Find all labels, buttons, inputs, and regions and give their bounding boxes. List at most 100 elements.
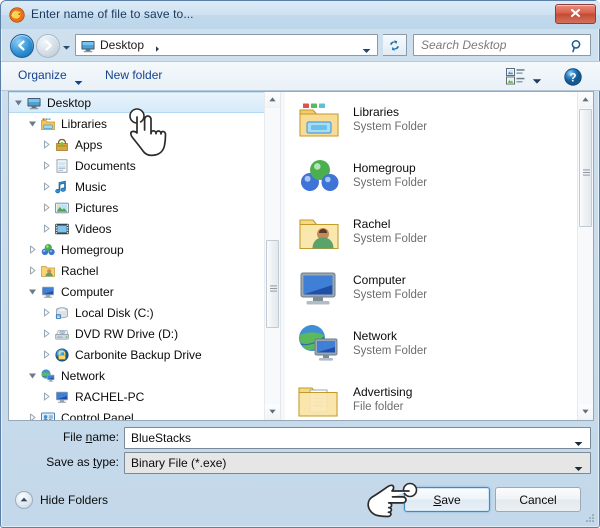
history-dropdown-button[interactable] bbox=[61, 41, 72, 50]
tree-scroll-thumb[interactable] bbox=[266, 240, 279, 328]
twisty-collapsed-icon[interactable] bbox=[27, 244, 38, 255]
save-button-label: Save bbox=[433, 492, 461, 507]
tree-item-pictures[interactable]: Pictures bbox=[9, 197, 280, 218]
twisty-collapsed-icon[interactable] bbox=[41, 223, 52, 234]
list-item-text: Rachel System Folder bbox=[353, 217, 427, 247]
tree-item-homegroup[interactable]: Homegroup bbox=[9, 239, 280, 260]
twisty-collapsed-icon[interactable] bbox=[41, 328, 52, 339]
twisty-collapsed-icon[interactable] bbox=[27, 265, 38, 276]
user-folder-icon bbox=[297, 210, 341, 254]
tree-item-music[interactable]: Music bbox=[9, 176, 280, 197]
file-name-input[interactable]: BlueStacks bbox=[124, 427, 591, 449]
list-item[interactable]: Homegroup System Folder bbox=[285, 148, 593, 204]
new-folder-button[interactable]: New folder bbox=[105, 68, 162, 82]
close-button[interactable] bbox=[555, 4, 596, 24]
scroll-up-icon[interactable] bbox=[265, 92, 280, 108]
views-icon[interactable] bbox=[506, 68, 525, 85]
address-bar[interactable]: Desktop bbox=[75, 34, 378, 56]
resize-grip-icon[interactable] bbox=[583, 512, 595, 524]
tree-item-libraries[interactable]: Libraries bbox=[9, 113, 280, 134]
twisty-collapsed-icon[interactable] bbox=[41, 307, 52, 318]
twisty-collapsed-icon[interactable] bbox=[41, 349, 52, 360]
list-item[interactable]: Advertising File folder bbox=[285, 372, 593, 420]
scroll-down-icon[interactable] bbox=[265, 404, 280, 420]
address-dropdown-button[interactable] bbox=[362, 43, 371, 53]
views-dropdown-button[interactable] bbox=[532, 74, 542, 84]
list-item[interactable]: Computer System Folder bbox=[285, 260, 593, 316]
list-scroll-thumb[interactable] bbox=[579, 109, 592, 227]
tree-item-apps[interactable]: Apps bbox=[9, 134, 280, 155]
list-item-name: Advertising bbox=[353, 385, 413, 399]
tree-item-local-disk-c[interactable]: Local Disk (C:) bbox=[9, 302, 280, 323]
twisty-expanded-icon[interactable] bbox=[27, 286, 38, 297]
tree-item-documents[interactable]: Documents bbox=[9, 155, 280, 176]
scroll-up-icon[interactable] bbox=[578, 92, 593, 108]
hard-disk-icon bbox=[54, 305, 70, 321]
tree-item-label: Network bbox=[61, 368, 106, 383]
list-item-text: Homegroup System Folder bbox=[353, 161, 427, 191]
tree-item-computer[interactable]: Computer bbox=[9, 281, 280, 302]
tree-item-carbonite-backup-drive[interactable]: Carbonite Backup Drive bbox=[9, 344, 280, 365]
tree-item-network[interactable]: Network bbox=[9, 365, 280, 386]
twisty-collapsed-icon[interactable] bbox=[41, 181, 52, 192]
list-item-subtitle: System Folder bbox=[353, 233, 428, 245]
scroll-down-icon[interactable] bbox=[578, 404, 593, 420]
save-as-dialog: Enter name of file to save to... Desktop… bbox=[0, 0, 600, 528]
file-list-pane[interactable]: Libraries System Folder Homegroup System Fo… bbox=[285, 92, 593, 420]
twisty-collapsed-icon[interactable] bbox=[41, 160, 52, 171]
list-item[interactable]: Rachel System Folder bbox=[285, 204, 593, 260]
hide-folders-button[interactable]: Hide Folders bbox=[15, 491, 108, 509]
tree-item-label: Local Disk (C:) bbox=[75, 305, 154, 320]
tree-item-label: Pictures bbox=[75, 200, 119, 215]
list-item[interactable]: Libraries System Folder bbox=[285, 92, 593, 148]
navigation-tree-pane[interactable]: Desktop Libraries Apps Documents Music Pictur… bbox=[9, 92, 281, 420]
cancel-button[interactable]: Cancel bbox=[495, 487, 581, 512]
tree-item-videos[interactable]: Videos bbox=[9, 218, 280, 239]
tree-item-rachel[interactable]: Rachel bbox=[9, 260, 280, 281]
twisty-collapsed-icon[interactable] bbox=[27, 412, 38, 420]
tree-item-desktop[interactable]: Desktop bbox=[9, 92, 280, 113]
chevron-right-icon[interactable] bbox=[154, 42, 161, 52]
chevron-down-icon[interactable] bbox=[74, 75, 83, 85]
help-icon[interactable]: ? bbox=[564, 68, 582, 86]
forward-button[interactable] bbox=[36, 34, 60, 58]
twisty-expanded-icon[interactable] bbox=[27, 370, 38, 381]
tree-item-label: Carbonite Backup Drive bbox=[75, 347, 202, 362]
tree-item-control-panel[interactable]: Control Panel bbox=[9, 407, 280, 420]
search-input[interactable]: Search Desktop bbox=[413, 34, 591, 56]
twisty-collapsed-icon[interactable] bbox=[41, 391, 52, 402]
twisty-collapsed-icon[interactable] bbox=[41, 139, 52, 150]
backup-drive-icon bbox=[54, 347, 70, 363]
network-icon bbox=[297, 322, 341, 366]
file-name-value: BlueStacks bbox=[131, 431, 192, 445]
back-button[interactable] bbox=[10, 34, 34, 58]
list-item-text: Libraries System Folder bbox=[353, 105, 427, 135]
svg-text:?: ? bbox=[569, 72, 576, 84]
tree-item-label: Rachel bbox=[61, 263, 99, 278]
tree-item-rachel-pc[interactable]: RACHEL-PC bbox=[9, 386, 280, 407]
chevron-up-circle-icon bbox=[15, 491, 33, 509]
command-toolbar: Organize New folder ? bbox=[1, 61, 600, 91]
save-button[interactable]: Save bbox=[404, 487, 490, 512]
tree-vertical-scrollbar[interactable] bbox=[264, 92, 280, 420]
search-icon bbox=[570, 39, 584, 53]
hide-folders-label: Hide Folders bbox=[40, 493, 109, 507]
refresh-button[interactable] bbox=[383, 34, 407, 56]
tree-item-dvd-rw-drive-d[interactable]: DVD RW Drive (D:) bbox=[9, 323, 280, 344]
organize-button[interactable]: Organize bbox=[18, 68, 67, 82]
twisty-collapsed-icon[interactable] bbox=[41, 202, 52, 213]
breadcrumb-desktop[interactable]: Desktop bbox=[100, 38, 144, 52]
twisty-expanded-icon[interactable] bbox=[13, 97, 24, 108]
save-as-type-select[interactable]: Binary File (*.exe) bbox=[124, 452, 591, 474]
list-item[interactable]: Network System Folder bbox=[285, 316, 593, 372]
twisty-expanded-icon[interactable] bbox=[27, 118, 38, 129]
chevron-down-icon[interactable] bbox=[574, 436, 583, 446]
desktop-icon bbox=[80, 38, 96, 54]
list-vertical-scrollbar[interactable] bbox=[577, 92, 593, 420]
chevron-down-icon[interactable] bbox=[574, 461, 583, 471]
tree-item-label: Computer bbox=[61, 284, 114, 299]
file-name-label-box: File name: bbox=[41, 427, 119, 449]
documents-icon bbox=[54, 158, 70, 174]
file-list: Libraries System Folder Homegroup System Fo… bbox=[285, 92, 593, 420]
title-bar: Enter name of file to save to... bbox=[1, 1, 600, 29]
